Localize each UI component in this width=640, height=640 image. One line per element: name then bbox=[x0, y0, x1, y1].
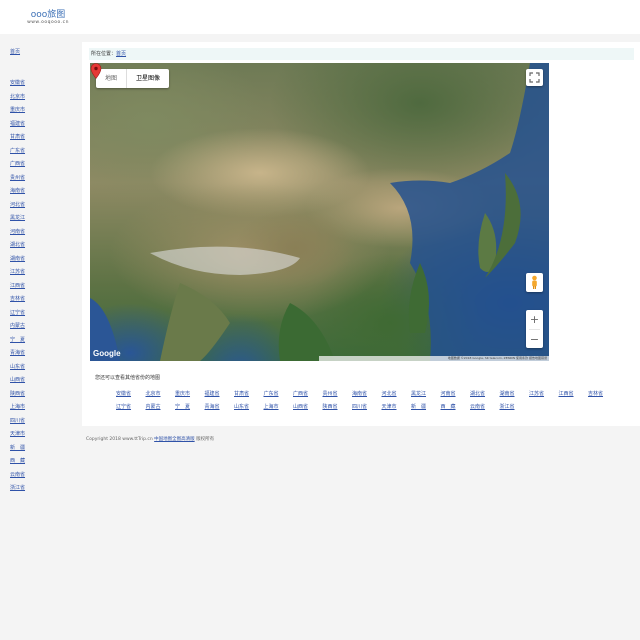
sidebar-item[interactable]: 上海市 bbox=[10, 401, 25, 415]
province-link[interactable]: 西 藏 bbox=[441, 403, 456, 410]
location-marker-icon[interactable] bbox=[90, 63, 102, 79]
sidebar-item[interactable]: 广西省 bbox=[10, 158, 25, 172]
province-link[interactable]: 安徽省 bbox=[116, 390, 131, 397]
sidebar-item[interactable]: 新 疆 bbox=[10, 442, 25, 456]
satellite-map[interactable]: 地图 卫星图像 + − Google 地图数据 ©2018 Google, SK… bbox=[90, 63, 549, 361]
sidebar-item[interactable]: 河南省 bbox=[10, 226, 25, 240]
sidebar-item[interactable]: 西 藏 bbox=[10, 455, 25, 469]
fullscreen-icon bbox=[529, 72, 540, 83]
sidebar-item[interactable]: 河北省 bbox=[10, 199, 25, 213]
sidebar-item[interactable]: 山西省 bbox=[10, 374, 25, 388]
province-link[interactable]: 辽宁省 bbox=[116, 403, 131, 410]
sidebar-item[interactable]: 贵州省 bbox=[10, 172, 25, 186]
sidebar-item[interactable]: 北京市 bbox=[10, 91, 25, 105]
breadcrumb-label: 所在位置： bbox=[91, 51, 117, 57]
copyright-footer: Copyright 2018 www.ttTrip.cn 中国地图全图高清版 版… bbox=[86, 436, 214, 442]
province-link[interactable]: 云南省 bbox=[470, 403, 485, 410]
province-link[interactable]: 海南省 bbox=[352, 390, 367, 397]
sidebar-item[interactable]: 云南省 bbox=[10, 469, 25, 483]
province-link[interactable]: 福建省 bbox=[205, 390, 220, 397]
map-tab-satellite[interactable]: 卫星图像 bbox=[126, 69, 169, 88]
copyright-prefix: Copyright 2018 www.ttTrip.cn bbox=[86, 437, 153, 442]
sidebar-item[interactable]: 江苏省 bbox=[10, 266, 25, 280]
sidebar-home-link[interactable]: 首页 bbox=[10, 48, 20, 55]
province-link[interactable]: 湖南省 bbox=[500, 390, 515, 397]
province-link[interactable]: 山东省 bbox=[234, 403, 249, 410]
province-link[interactable]: 山西省 bbox=[293, 403, 308, 410]
sidebar-item[interactable]: 甘肃省 bbox=[10, 131, 25, 145]
map-attribution[interactable]: 地图数据 ©2018 Google, SK telecom, ZENRIN 使用… bbox=[319, 356, 549, 361]
province-link[interactable]: 天津市 bbox=[382, 403, 397, 410]
province-link[interactable]: 青海省 bbox=[205, 403, 220, 410]
province-link[interactable]: 河南省 bbox=[441, 390, 456, 397]
province-link[interactable]: 四川省 bbox=[352, 403, 367, 410]
sidebar-item[interactable]: 山东省 bbox=[10, 361, 25, 375]
copyright-link[interactable]: 中国地图全图高清版 bbox=[154, 437, 195, 442]
sidebar-item[interactable]: 浙江省 bbox=[10, 482, 25, 496]
pegman-icon bbox=[532, 275, 537, 289]
sidebar-province-list: 安徽省 北京市 重庆市 福建省 甘肃省 广东省 广西省 贵州省 海南省 河北省 … bbox=[10, 77, 25, 496]
province-link[interactable]: 江苏省 bbox=[529, 390, 544, 397]
google-logo: Google bbox=[93, 349, 121, 358]
sidebar-item[interactable]: 安徽省 bbox=[10, 77, 25, 91]
province-link[interactable]: 黑龙江 bbox=[411, 390, 426, 397]
other-provinces-title: 您还可以查看其他省份的地图 bbox=[95, 375, 161, 381]
site-logo[interactable]: ooo旅图 www.ooqooo.cn bbox=[17, 10, 79, 32]
province-link[interactable]: 湖北省 bbox=[470, 390, 485, 397]
province-link[interactable]: 甘肃省 bbox=[234, 390, 249, 397]
sidebar-item[interactable]: 广东省 bbox=[10, 145, 25, 159]
province-link[interactable]: 陕西省 bbox=[323, 403, 338, 410]
sidebar-item[interactable]: 吉林省 bbox=[10, 293, 25, 307]
street-view-button[interactable] bbox=[526, 273, 543, 292]
header: ooo旅图 www.ooqooo.cn bbox=[0, 0, 640, 34]
province-link[interactable]: 内蒙古 bbox=[146, 403, 161, 410]
zoom-in-button[interactable]: + bbox=[526, 310, 543, 329]
province-link[interactable]: 宁 夏 bbox=[175, 403, 190, 410]
sidebar-item[interactable]: 内蒙古 bbox=[10, 320, 25, 334]
sidebar-item[interactable]: 四川省 bbox=[10, 415, 25, 429]
breadcrumb: 所在位置：首页 bbox=[89, 48, 634, 60]
province-link[interactable]: 江西省 bbox=[559, 390, 574, 397]
breadcrumb-home-link[interactable]: 首页 bbox=[116, 51, 126, 57]
province-link[interactable]: 广西省 bbox=[293, 390, 308, 397]
map-type-switch: 地图 卫星图像 bbox=[96, 69, 170, 88]
province-link[interactable]: 上海市 bbox=[264, 403, 279, 410]
sidebar-item[interactable]: 福建省 bbox=[10, 118, 25, 132]
sidebar-item[interactable]: 海南省 bbox=[10, 185, 25, 199]
fullscreen-button[interactable] bbox=[526, 69, 543, 86]
sidebar-item[interactable]: 青海省 bbox=[10, 347, 25, 361]
map-terrain bbox=[90, 63, 549, 361]
sidebar-item[interactable]: 宁 夏 bbox=[10, 334, 25, 348]
zoom-control: + − bbox=[526, 310, 543, 348]
logo-title: ooo旅图 bbox=[30, 10, 66, 20]
sidebar-item[interactable]: 重庆市 bbox=[10, 104, 25, 118]
sidebar-item[interactable]: 黑龙江 bbox=[10, 212, 25, 226]
sidebar-item[interactable]: 陕西省 bbox=[10, 388, 25, 402]
province-link[interactable]: 吉林省 bbox=[588, 390, 603, 397]
province-link[interactable]: 新 疆 bbox=[411, 403, 426, 410]
zoom-out-button[interactable]: − bbox=[526, 330, 543, 349]
province-link[interactable]: 北京市 bbox=[146, 390, 161, 397]
province-link[interactable]: 广东省 bbox=[264, 390, 279, 397]
sidebar-item[interactable]: 湖南省 bbox=[10, 253, 25, 267]
sidebar-item[interactable]: 辽宁省 bbox=[10, 307, 25, 321]
logo-url: www.ooqooo.cn bbox=[27, 20, 69, 25]
province-link[interactable]: 贵州省 bbox=[323, 390, 338, 397]
sidebar-item[interactable]: 江西省 bbox=[10, 280, 25, 294]
sidebar-item[interactable]: 天津市 bbox=[10, 428, 25, 442]
province-link[interactable]: 河北省 bbox=[382, 390, 397, 397]
sidebar-item[interactable]: 湖北省 bbox=[10, 239, 25, 253]
province-link[interactable]: 浙江省 bbox=[500, 403, 515, 410]
province-link[interactable]: 重庆市 bbox=[175, 390, 190, 397]
copyright-suffix: 版权所有 bbox=[196, 437, 215, 442]
